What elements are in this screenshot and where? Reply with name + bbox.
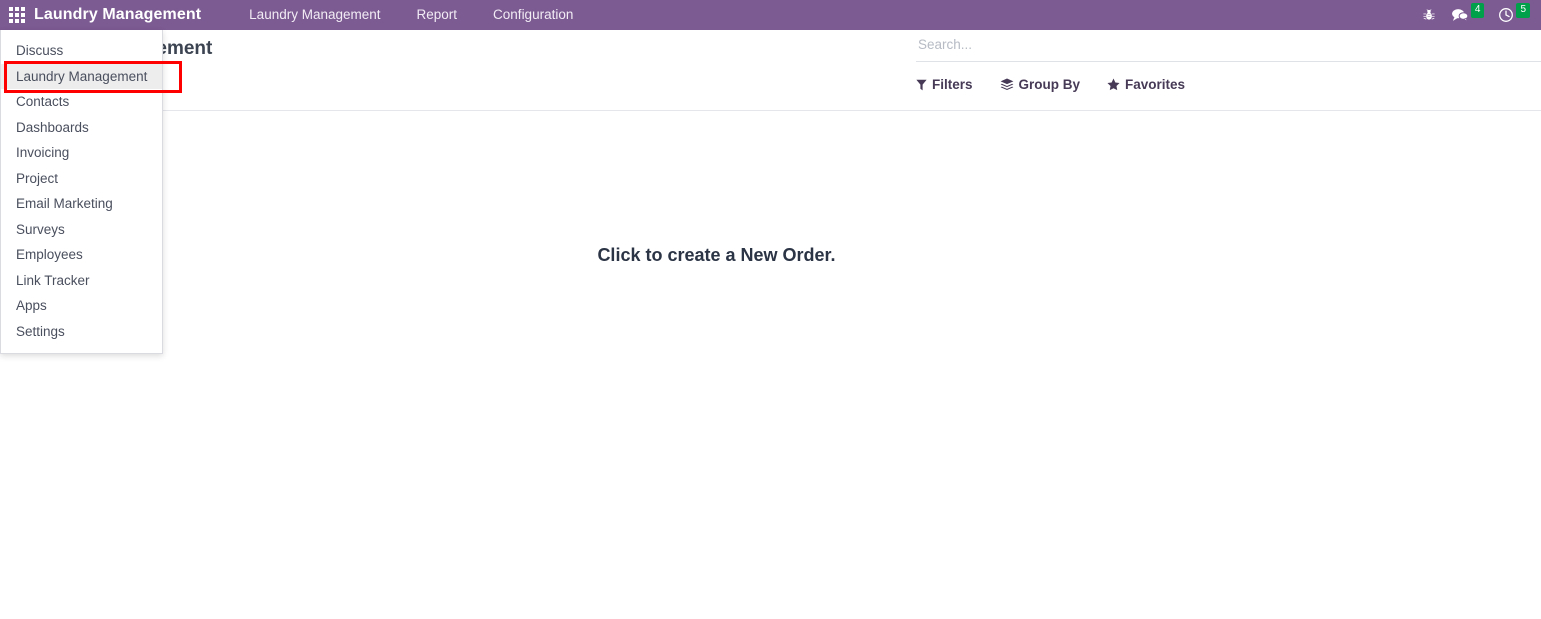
- navbar-systray: 4 5: [1417, 0, 1535, 30]
- main-content-area: Click to create a New Order.: [0, 111, 1541, 619]
- groupby-dropdown-button[interactable]: Group By: [1000, 77, 1081, 92]
- brand-title[interactable]: Laundry Management: [34, 6, 201, 24]
- favorites-dropdown-button[interactable]: Favorites: [1107, 77, 1185, 92]
- debug-menu-button[interactable]: [1417, 0, 1441, 30]
- empty-state-message[interactable]: Click to create a New Order.: [597, 245, 835, 266]
- search-input[interactable]: [916, 37, 1541, 52]
- messaging-menu-button[interactable]: 4: [1445, 0, 1490, 30]
- search-input-row: [916, 36, 1541, 62]
- apps-menu-item-settings[interactable]: Settings: [1, 319, 162, 345]
- control-panel: Laundry Management Filters: [0, 30, 1541, 111]
- filter-funnel-icon: [916, 79, 927, 91]
- search-options-row: Filters Group By Favorites: [916, 77, 1541, 92]
- messaging-chat-icon: [1450, 7, 1469, 23]
- layers-stack-icon: [1000, 78, 1014, 91]
- activities-menu-button[interactable]: 5: [1493, 0, 1535, 30]
- debug-bug-icon: [1422, 8, 1436, 22]
- apps-menu-item-apps[interactable]: Apps: [1, 293, 162, 319]
- apps-menu-item-project[interactable]: Project: [1, 166, 162, 192]
- apps-menu-item-discuss[interactable]: Discuss: [1, 38, 162, 64]
- apps-menu-item-surveys[interactable]: Surveys: [1, 217, 162, 243]
- activities-clock-icon: [1498, 7, 1514, 23]
- messaging-counter-badge: 4: [1470, 2, 1485, 18]
- star-icon: [1107, 78, 1120, 91]
- apps-grid-icon: [9, 7, 25, 23]
- nav-item-configuration[interactable]: Configuration: [475, 0, 591, 30]
- apps-menu-item-link-tracker[interactable]: Link Tracker: [1, 268, 162, 294]
- filters-label: Filters: [932, 77, 973, 92]
- apps-menu-item-laundry-management[interactable]: Laundry Management: [1, 63, 162, 89]
- filters-dropdown-button[interactable]: Filters: [916, 77, 973, 92]
- nav-item-report[interactable]: Report: [399, 0, 476, 30]
- top-navbar: Laundry Management Laundry Management Re…: [0, 0, 1541, 30]
- apps-dropdown-menu: Discuss Laundry Management Contacts Dash…: [0, 30, 163, 354]
- navbar-menu: Laundry Management Report Configuration: [231, 0, 591, 30]
- apps-menu-item-employees[interactable]: Employees: [1, 242, 162, 268]
- apps-menu-item-dashboards[interactable]: Dashboards: [1, 115, 162, 141]
- apps-menu-item-email-marketing[interactable]: Email Marketing: [1, 191, 162, 217]
- apps-menu-item-contacts[interactable]: Contacts: [1, 89, 162, 115]
- apps-menu-toggle-button[interactable]: [0, 0, 34, 30]
- activities-counter-badge: 5: [1516, 2, 1530, 18]
- odoo-backend-window: Laundry Management Laundry Management Re…: [0, 0, 1541, 619]
- search-view: Filters Group By: [916, 36, 1541, 92]
- groupby-label: Group By: [1018, 77, 1081, 92]
- nav-item-laundry-management[interactable]: Laundry Management: [231, 0, 398, 30]
- favorites-label: Favorites: [1125, 77, 1186, 92]
- apps-menu-item-invoicing[interactable]: Invoicing: [1, 140, 162, 166]
